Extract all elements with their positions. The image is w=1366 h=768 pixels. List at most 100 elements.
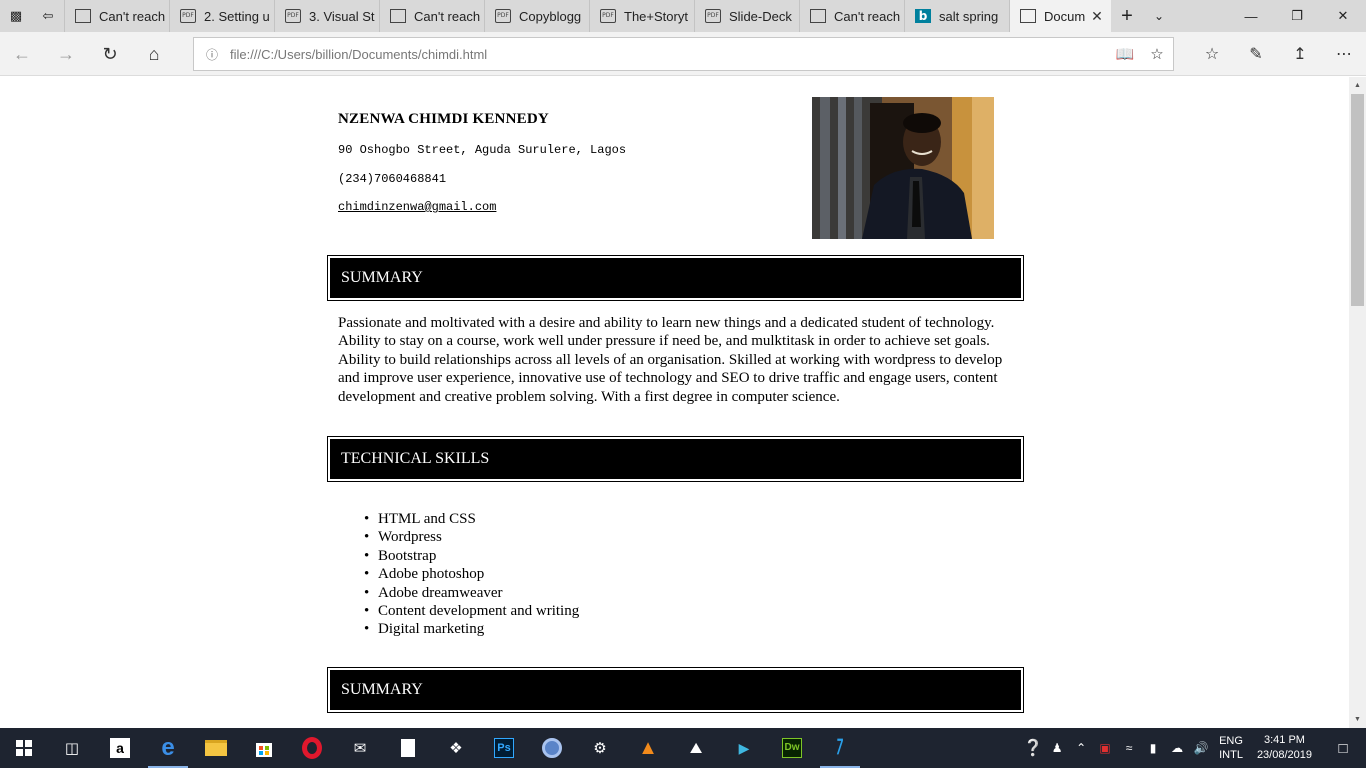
store-icon[interactable] — [240, 728, 288, 768]
tab-title: The+Storyt — [624, 8, 688, 24]
share-icon[interactable]: ↥ — [1278, 38, 1322, 70]
photos-icon[interactable]: ⛰ — [672, 728, 720, 768]
start-windows-icon[interactable] — [0, 728, 48, 768]
page-icon — [75, 9, 91, 23]
network-warning-icon[interactable]: ☁ — [1165, 741, 1189, 755]
skills-list: HTML and CSS Wordpress Bootstrap Adobe p… — [364, 510, 579, 639]
profile-photo-graphic — [812, 97, 994, 239]
opera-icon[interactable] — [288, 728, 336, 768]
tab-6[interactable]: PDF The+Storyt — [589, 0, 694, 32]
clock[interactable]: 3:41 PM 23/08/2019 — [1257, 733, 1312, 763]
url-text[interactable]: file:///C:/Users/billion/Documents/chimd… — [230, 47, 1109, 62]
vlc-icon[interactable]: ▲ — [624, 728, 672, 768]
volume-icon[interactable]: 🔊 — [1189, 741, 1213, 755]
email-link[interactable]: chimdinzenwa@gmail.com — [338, 200, 496, 214]
tab-1[interactable]: Can't reach — [64, 0, 169, 32]
notifications-icon[interactable]: □ — [1320, 740, 1366, 757]
settings-gear-icon[interactable]: ⚙ — [576, 728, 624, 768]
restore-icon[interactable]: ❐ — [1274, 0, 1320, 32]
tab-2[interactable]: PDF 2. Setting u — [169, 0, 274, 32]
file-explorer-icon[interactable] — [192, 728, 240, 768]
tab-title: Slide-Deck — [729, 8, 792, 24]
people-icon[interactable]: ♟ — [1045, 741, 1069, 755]
profile-photo — [812, 97, 994, 239]
tab-title: Copyblogg — [519, 8, 582, 24]
media-player-icon[interactable]: ▶ — [720, 728, 768, 768]
tab-title: 3. Visual St — [309, 8, 375, 24]
summary-heading: SUMMARY — [327, 255, 1024, 301]
tab-5[interactable]: PDF Copyblogg — [484, 0, 589, 32]
tab-3[interactable]: PDF 3. Visual St — [274, 0, 379, 32]
chevron-up-icon[interactable]: ⌃ — [1069, 741, 1093, 755]
antivirus-icon[interactable]: ▣ — [1093, 741, 1117, 755]
pdf-icon: PDF — [180, 9, 196, 23]
candidate-name: NZENWA CHIMDI KENNEDY — [338, 111, 549, 127]
dreamweaver-icon[interactable]: Dw — [768, 728, 816, 768]
back-icon[interactable]: ← — [0, 38, 44, 70]
scroll-thumb[interactable] — [1351, 94, 1364, 306]
close-window-icon[interactable]: ✕ — [1320, 0, 1366, 32]
tab-7[interactable]: PDF Slide-Deck — [694, 0, 799, 32]
address-bar[interactable]: ⓘ file:///C:/Users/billion/Documents/chi… — [193, 37, 1174, 71]
tab-active[interactable]: Docum ✕ — [1009, 0, 1111, 32]
list-item: Bootstrap — [364, 547, 579, 566]
minimize-icon[interactable]: — — [1228, 0, 1274, 32]
list-item: Adobe dreamweaver — [364, 584, 579, 603]
home-icon[interactable]: ⌂ — [132, 38, 176, 70]
reading-view-icon[interactable]: 📖 — [1109, 45, 1141, 63]
tab-title: Can't reach — [834, 8, 901, 24]
page-icon — [1020, 9, 1036, 23]
tab-9[interactable]: b salt spring — [904, 0, 1009, 32]
scroll-up-icon[interactable]: ▲ — [1349, 77, 1366, 94]
refresh-icon[interactable]: ↻ — [88, 38, 132, 70]
tab-4[interactable]: Can't reach — [379, 0, 484, 32]
clock-date: 23/08/2019 — [1256, 749, 1312, 761]
address-text: 90 Oshogbo Street, Aguda Surulere, Lagos — [338, 143, 627, 157]
tab-title: 2. Setting u — [204, 8, 270, 24]
more-icon[interactable]: ⋯ — [1322, 38, 1366, 70]
chrome-icon[interactable] — [528, 728, 576, 768]
pdf-icon: PDF — [600, 9, 616, 23]
wifi-icon[interactable]: ≈ — [1117, 741, 1141, 755]
edge-browser-icon[interactable]: e — [144, 728, 192, 768]
new-tab-icon[interactable]: + — [1111, 5, 1143, 28]
tab-bar: ▩ ⇦ Can't reach PDF 2. Setting u PDF 3. Vi… — [0, 0, 1366, 32]
phone-text: (234)7060468841 — [338, 172, 447, 186]
favorite-star-icon[interactable]: ☆ — [1141, 45, 1173, 63]
set-aside-tabs-icon[interactable]: ⇦ — [32, 0, 64, 32]
tab-overview-icon[interactable]: ▩ — [0, 0, 32, 32]
list-item: Adobe photoshop — [364, 565, 579, 584]
keyboard-layout: INTL — [1219, 749, 1243, 761]
second-summary-heading-label: SUMMARY — [330, 670, 1021, 710]
close-tab-icon[interactable]: ✕ — [1087, 8, 1107, 25]
tab-8[interactable]: Can't reach — [799, 0, 904, 32]
forward-icon[interactable]: → — [44, 38, 88, 70]
vertical-scrollbar[interactable]: ▲ ▼ — [1349, 77, 1366, 728]
system-tray: ❔ ♟ ⌃ ▣ ≈ ▮ ☁ 🔊 ENG INTL 3:41 PM 23/08/2… — [1021, 728, 1366, 768]
pen-icon[interactable]: ✎ — [1234, 38, 1278, 70]
bing-icon: b — [915, 9, 931, 23]
battery-icon[interactable]: ▮ — [1141, 741, 1165, 755]
pdf-icon: PDF — [705, 9, 721, 23]
task-view-icon[interactable]: ◫ — [48, 728, 96, 768]
info-icon[interactable]: ⓘ — [194, 46, 230, 63]
scroll-down-icon[interactable]: ▼ — [1349, 711, 1366, 728]
tab-title: Can't reach — [414, 8, 481, 24]
amazon-icon[interactable]: a — [96, 728, 144, 768]
list-item: HTML and CSS — [364, 510, 579, 529]
language-indicator[interactable]: ENG INTL — [1219, 734, 1243, 762]
help-icon[interactable]: ❔ — [1021, 738, 1045, 758]
chevron-down-icon[interactable]: ⌄ — [1143, 9, 1175, 23]
dropbox-icon[interactable]: ❖ — [432, 728, 480, 768]
photoshop-icon[interactable]: Ps — [480, 728, 528, 768]
navigation-bar: ← → ↻ ⌂ ⓘ file:///C:/Users/billion/Docum… — [0, 32, 1366, 76]
vscode-icon[interactable]: ⧶ — [816, 728, 864, 768]
summary-paragraph: Passionate and moltivated with a desire … — [338, 315, 1003, 405]
pdf-icon: PDF — [285, 9, 301, 23]
pdf-icon: PDF — [495, 9, 511, 23]
mail-icon[interactable]: ✉ — [336, 728, 384, 768]
second-summary-heading: SUMMARY — [327, 667, 1024, 713]
tab-title: Can't reach — [99, 8, 166, 24]
document-icon[interactable] — [384, 728, 432, 768]
favorites-hub-icon[interactable]: ☆ — [1190, 38, 1234, 70]
